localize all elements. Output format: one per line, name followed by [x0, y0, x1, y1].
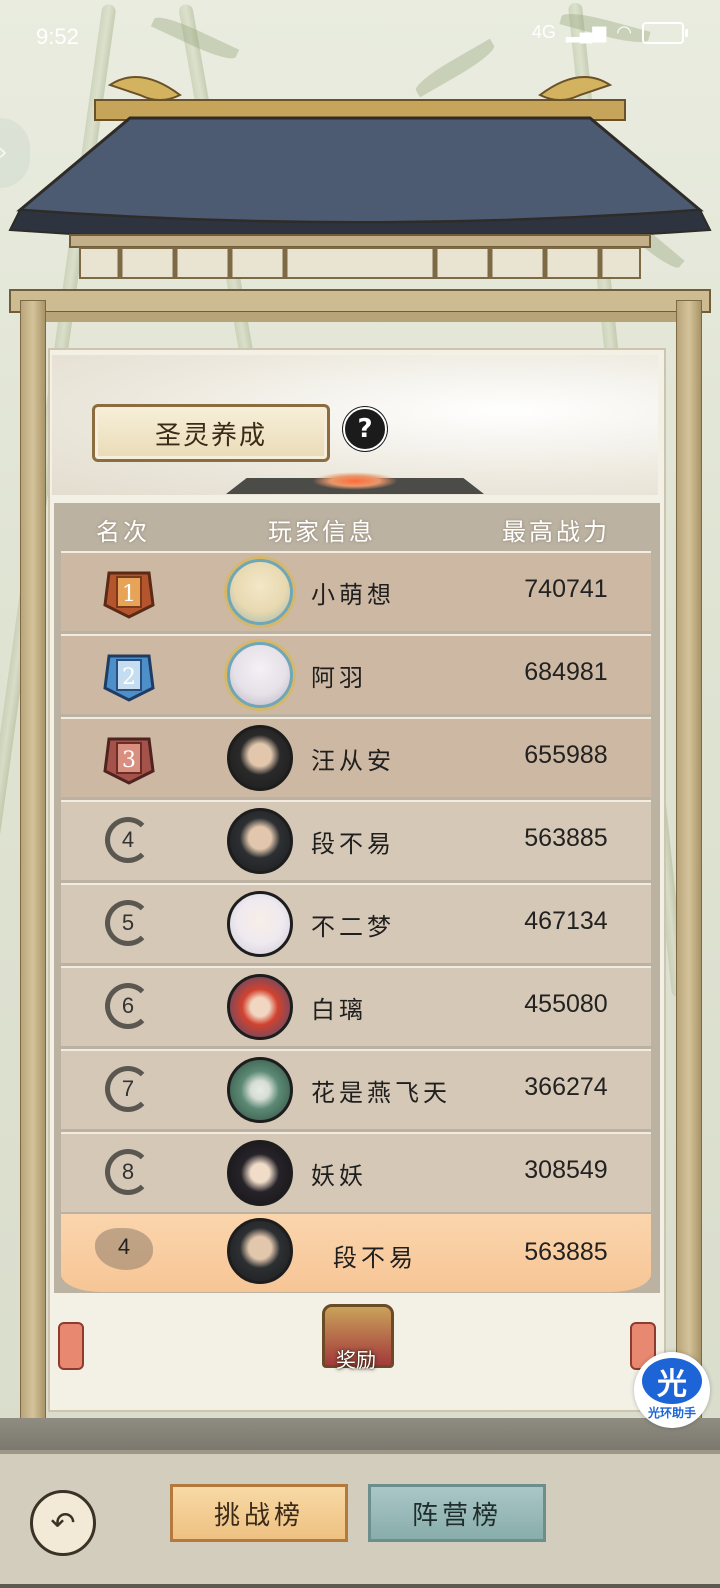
- assistant-floating-button[interactable]: 光 光环助手: [634, 1352, 710, 1428]
- player-name: 不二梦: [311, 913, 395, 941]
- reward-button[interactable]: 奖励: [316, 1298, 396, 1374]
- chevron-right-icon: ›: [0, 138, 8, 166]
- bottom-panel: [0, 1450, 720, 1584]
- player-name: 汪从安: [311, 747, 395, 775]
- player-name: 阿羽: [311, 664, 367, 692]
- avatar[interactable]: [227, 642, 293, 708]
- status-time: 9:52: [36, 24, 79, 49]
- power-value: 366274: [524, 1073, 608, 1101]
- my-player-name: 段不易: [333, 1244, 417, 1272]
- avatar[interactable]: [227, 559, 293, 625]
- tab-camp-ranking[interactable]: 阵营榜: [368, 1484, 546, 1542]
- column-header-player: 玩家信息: [268, 518, 376, 546]
- assistant-label: 光环助手: [647, 1406, 696, 1420]
- network-label: 4G: [531, 22, 556, 42]
- tab-challenge-ranking[interactable]: 挑战榜: [170, 1484, 348, 1542]
- page-title: 圣灵养成: [154, 420, 267, 451]
- power-value: 655988: [524, 741, 608, 769]
- player-name: 段不易: [311, 830, 395, 858]
- table-row[interactable]: 2 阿羽 684981: [61, 634, 651, 714]
- power-value: 563885: [524, 824, 608, 852]
- table-row[interactable]: 5 不二梦 467134: [61, 883, 651, 963]
- power-value: 740741: [524, 575, 608, 603]
- my-rank-row[interactable]: 4 段不易 563885: [61, 1214, 651, 1292]
- avatar[interactable]: [227, 808, 293, 874]
- player-name: 小萌想: [311, 581, 395, 609]
- back-arrow-icon: ↶: [50, 1505, 76, 1541]
- lantern-decoration: [58, 1322, 84, 1370]
- status-bar: 9:52 4G ▂▄▆ ◠: [0, 0, 720, 70]
- rank-circle: 7: [105, 1066, 151, 1112]
- rank-3-badge-icon: 3: [103, 737, 155, 785]
- avatar[interactable]: [227, 974, 293, 1040]
- back-button[interactable]: ↶: [30, 1490, 96, 1556]
- rank-number: 1: [122, 582, 136, 607]
- table-row[interactable]: 3 汪从安 655988: [61, 717, 651, 797]
- column-header-rank: 名次: [96, 518, 150, 546]
- pavilion-roof: [8, 76, 712, 322]
- rank-number: 3: [122, 748, 136, 773]
- right-pillar: [676, 300, 702, 1422]
- rank-circle: 6: [105, 983, 151, 1029]
- power-value: 455080: [524, 990, 608, 1018]
- help-button[interactable]: ?: [343, 407, 387, 451]
- title-plaque: 圣灵养成: [92, 404, 330, 462]
- rank-2-badge-icon: 2: [103, 654, 155, 702]
- tab-challenge-label: 挑战榜: [213, 1500, 304, 1531]
- table-row[interactable]: 1 小萌想 740741: [61, 551, 651, 631]
- signal-icon: ▂▄▆: [565, 22, 607, 42]
- table-row[interactable]: 6 白璃 455080: [61, 966, 651, 1046]
- question-icon: ?: [357, 414, 373, 444]
- assistant-logo-icon: 光: [642, 1358, 702, 1404]
- rank-circle: 4: [105, 817, 151, 863]
- table-row[interactable]: 8 妖妖 308549: [61, 1132, 651, 1212]
- table-row[interactable]: 4 段不易 563885: [61, 800, 651, 880]
- avatar[interactable]: [227, 725, 293, 791]
- rank-number: 2: [122, 665, 136, 690]
- reward-label: 奖励: [336, 1348, 376, 1372]
- my-avatar[interactable]: [227, 1218, 293, 1284]
- avatar[interactable]: [227, 891, 293, 957]
- power-value: 308549: [524, 1156, 608, 1184]
- header-glow: [312, 472, 398, 490]
- power-value: 684981: [524, 658, 608, 686]
- avatar[interactable]: [227, 1057, 293, 1123]
- my-rank-number: 4: [117, 1234, 131, 1259]
- my-power-value: 563885: [524, 1238, 608, 1266]
- player-name: 妖妖: [311, 1162, 367, 1190]
- rank-circle: 5: [105, 900, 151, 946]
- avatar[interactable]: [227, 1140, 293, 1206]
- table-row[interactable]: 7 花是燕飞天 366274: [61, 1049, 651, 1129]
- status-icons: 4G ▂▄▆ ◠: [531, 22, 688, 44]
- rank-circle: 8: [105, 1149, 151, 1195]
- battery-icon: [642, 22, 688, 44]
- wifi-icon: ◠: [616, 22, 632, 42]
- player-name: 花是燕飞天: [311, 1079, 451, 1107]
- column-header-power: 最高战力: [502, 518, 610, 546]
- power-value: 467134: [524, 907, 608, 935]
- left-pillar: [20, 300, 46, 1422]
- rank-1-badge-icon: 1: [103, 571, 155, 619]
- player-name: 白璃: [311, 996, 367, 1024]
- tab-camp-label: 阵营榜: [411, 1500, 502, 1531]
